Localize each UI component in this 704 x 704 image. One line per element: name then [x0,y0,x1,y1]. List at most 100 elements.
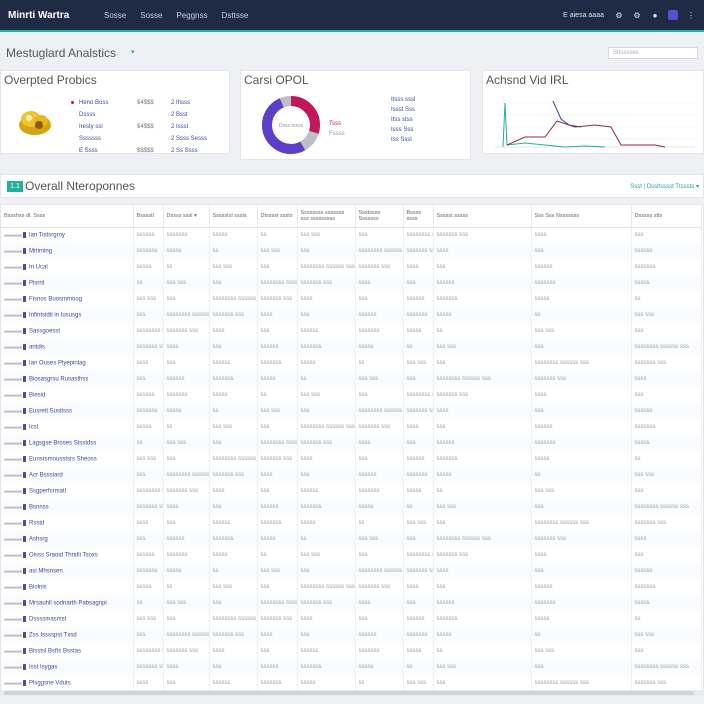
row-name[interactable]: Iri Ucal [29,264,48,270]
table-row[interactable]: ▬▬▬ Lagsgse Broses Stsstdss ss sss sss sss ss… [1,435,702,451]
column-header[interactable]: Bssss ssss [403,205,434,228]
table-row[interactable]: ▬▬▬ Ian Toitsrgroy ssssss sssssss sssss ss sss… [1,227,702,243]
legend-item[interactable]: Isss Sss [391,127,415,133]
column-header[interactable]: Bssshss dl. Ssss [1,205,134,228]
product-tag[interactable]: 2 Ihsss [171,99,207,107]
row-name-cell[interactable]: ▬▬▬ Lagsgse Broses Stsstdss [1,435,134,451]
table-row[interactable]: ▬▬▬ Isst Isygas sssssss s ssss sss ssssss ssss… [1,659,702,675]
table-row[interactable]: ▬▬▬ Rsstd ssss sss ssssss sssssss sssss ss sss s… [1,515,702,531]
row-name-cell[interactable]: ▬▬▬ Biesid [1,387,134,403]
table-row[interactable]: ▬▬▬ Plsggsne Vduts ssss sss ssssss sssssss sss… [1,675,702,691]
more-icon[interactable]: ⋮ [686,10,696,20]
row-name-cell[interactable]: ▬▬▬ asi Mhsnsen [1,563,134,579]
column-header[interactable]: Sss Sss Nsssssss [531,205,632,228]
table-row[interactable]: ▬▬▬ Mrtiming sssssss sssss ss sss sss sss sssss… [1,243,702,259]
row-name-cell[interactable]: ▬▬▬ Plsggsne Vduts [1,675,134,691]
row-name-cell[interactable]: ▬▬▬ Ian Toitsrgroy [1,227,134,243]
row-name[interactable]: Zss Isssspst Txsd [29,632,77,638]
row-name-cell[interactable]: ▬▬▬ Rsstd [1,515,134,531]
row-name[interactable]: Eunsrsmousstsrs Sheoss [29,456,97,462]
row-name-cell[interactable]: ▬▬▬ Zss Isssspst Txsd [1,627,134,643]
table-row[interactable]: ▬▬▬ Pisrrit ss sss sss sss ssssssss sss sss ss… [1,275,702,291]
nav-item-2[interactable]: Sosse [140,11,162,20]
table-row[interactable]: ▬▬▬ Ssgperfsrmatl ssssssss ssssss s sss ssss… [1,483,702,499]
row-name-cell[interactable]: ▬▬▬ Mrtiming [1,243,134,259]
table-row[interactable]: ▬▬▬ Oisss Sraoid Thndli Tsoxs ssssss ssssss… [1,547,702,563]
row-name[interactable]: Mrsauhll sodnarth Pabsagnpi [29,600,107,606]
row-name[interactable]: Plsggsne Vduts [29,680,71,686]
row-name[interactable]: Rsstd [29,520,44,526]
row-name-cell[interactable]: ▬▬▬ Ian Ouses Plyepinlag [1,355,134,371]
table-row[interactable]: ▬▬▬ Biolnis sssss ss sss sss sss ssssssss ssss… [1,579,702,595]
row-name[interactable]: Bisstsl Bsfts Bsstas [29,648,81,654]
table-row[interactable]: ▬▬▬ Infintsidti in Iususgs sss ssssssss sss… [1,307,702,323]
product-tag[interactable]: 2 Ssss Sesss [171,135,207,143]
column-header[interactable]: Dssss sssl ▾ [163,205,210,228]
row-name-cell[interactable]: ▬▬▬ Mrsauhll sodnarth Pabsagnpi [1,595,134,611]
table-row[interactable]: ▬▬▬ Iri Ucal sssss ss sss sss sss ssssssss sss… [1,259,702,275]
legend-item[interactable]: Itss stss [391,117,415,123]
scrollbar-thumb[interactable] [4,691,694,695]
row-name-cell[interactable]: ▬▬▬ antdis [1,339,134,355]
row-name-cell[interactable]: ▬▬▬ Ashsrg [1,531,134,547]
row-name[interactable]: Eusrett Susitsss [29,408,72,414]
row-name-cell[interactable]: ▬▬▬ Eunsrsmousstsrs Sheoss [1,451,134,467]
row-name[interactable]: Acr Bsssiard [29,472,63,478]
row-name-cell[interactable]: ▬▬▬ Dssssmasmst [1,611,134,627]
column-header[interactable]: Dtsssst sssts [257,205,298,228]
row-name[interactable]: Isst Isygas [29,664,57,670]
row-name[interactable]: Bsnnss [29,504,49,510]
row-name[interactable]: Sassgoesst [29,328,60,334]
table-row[interactable]: ▬▬▬ asi Mhsnsen sssssss sssss ss sss sss sss ss… [1,563,702,579]
row-name-cell[interactable]: ▬▬▬ Iri Ucal [1,259,134,275]
table-row[interactable]: ▬▬▬ Acr Bsssiard sss ssssssss ssssss ssssss… [1,467,702,483]
row-name[interactable]: Fisnos Buosmmoog [29,296,82,302]
table-row[interactable]: ▬▬▬ Eusrett Susitsss sssssss sssss ss sss sss… [1,403,702,419]
table-row[interactable]: ▬▬▬ Ashsrg sss ssssss sssssss sssss ss sss sss s… [1,531,702,547]
table-row[interactable]: ▬▬▬ Eunsrsmousstsrs Sheoss sss sss sss sssss… [1,451,702,467]
chevron-down-icon[interactable]: ▾ [131,48,135,56]
table-row[interactable]: ▬▬▬ antdis sssssss s ssss sss ssssss sssssss ss… [1,339,702,355]
nav-item-3[interactable]: Peggnss [176,11,207,20]
table-row[interactable]: ▬▬▬ Ian Ouses Plyepinlag ssss sss ssssss ssss… [1,355,702,371]
row-name[interactable]: Ian Toitsrgroy [29,233,65,239]
row-name[interactable]: Ssgperfsrmatl [29,488,66,494]
table-row[interactable]: ▬▬▬ Sassgoesst ssssssss ssssss s sss ssss ss … [1,323,702,339]
nav-item-4[interactable]: Dsttsse [222,11,249,20]
product-name[interactable]: Dssss [79,111,108,119]
row-name-cell[interactable]: ▬▬▬ Biolnis [1,579,134,595]
row-name[interactable]: Ashsrg [29,536,48,542]
row-name[interactable]: asi Mhsnsen [29,568,63,574]
row-name[interactable]: Ian Ouses Plyepinlag [29,360,86,366]
row-name[interactable]: Biolnis [29,584,47,590]
legend-item[interactable]: Itsss sssl [391,97,415,103]
table-row[interactable]: ▬▬▬ Biesid ssssss sssssss sssss ss sss sss sss s… [1,387,702,403]
row-name[interactable]: antdis [29,344,45,350]
legend-item[interactable]: Issst Sss [391,107,415,113]
section-links[interactable]: Ssst | Dssltsssst Ttsssts ▾ [630,183,699,190]
row-name-cell[interactable]: ▬▬▬ Infintsidti in Iususgs [1,307,134,323]
search-input[interactable]: Sttsssses [608,47,698,59]
bell-icon[interactable]: ● [650,10,660,20]
table-row[interactable]: ▬▬▬ Zss Isssspst Txsd sss ssssssss ssssss s… [1,627,702,643]
user-menu[interactable]: E aiesa aaaa [563,12,604,19]
column-header[interactable]: Ssssssss sssssss sss sssssssss [297,205,356,228]
row-name[interactable]: Pisrrit [29,280,44,286]
row-name[interactable]: Biesid [29,392,45,398]
row-name[interactable]: Dssssmasmst [29,616,66,622]
table-row[interactable]: ▬▬▬ Icsl sssss ss sss sss sss ssssssss ssssss … [1,419,702,435]
row-name[interactable]: Mrtiming [29,248,52,254]
horizontal-scrollbar[interactable] [0,690,704,696]
table-row[interactable]: ▬▬▬ Bsnnss sssssss s ssss sss ssssss sssssss ss… [1,499,702,515]
column-header[interactable]: Bsssstl [133,205,164,228]
column-header[interactable]: Ssssstsl sssts [209,205,258,228]
row-name-cell[interactable]: ▬▬▬ Eusrett Susitsss [1,403,134,419]
legend-item[interactable]: Iss Sssl [391,137,415,143]
column-header[interactable]: Ssstssss Sssssss [355,205,404,228]
row-name[interactable]: Icsl [29,424,38,430]
row-name-cell[interactable]: ▬▬▬ Pisrrit [1,275,134,291]
product-name[interactable]: Iresty ssl [79,123,108,131]
table-row[interactable]: ▬▬▬ Fisnos Buosmmoog sss sss sss ssssssss ss… [1,291,702,307]
app-brand[interactable]: Minrti Wartra [8,10,98,21]
column-header[interactable]: Ssssst sssss [433,205,532,228]
